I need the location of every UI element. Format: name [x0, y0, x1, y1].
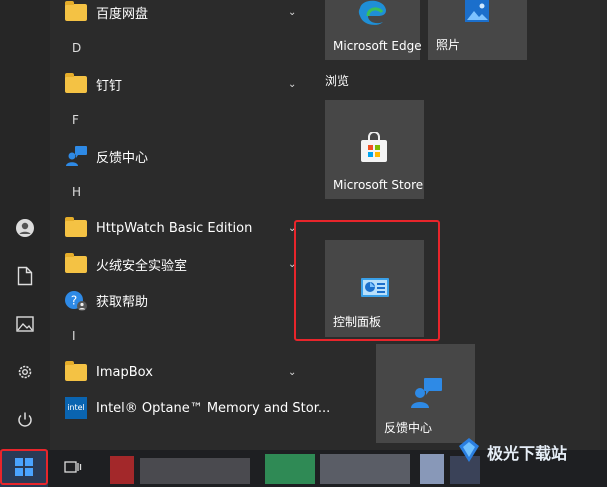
app-list: 百度网盘 ⌄ D 钉钉 ⌄ F 反馈中心 H HttpWatch Basic E… — [50, 0, 330, 450]
app-item-imapbox[interactable]: ImapBox ⌄ — [50, 354, 312, 390]
tile-photos[interactable]: 照片 — [428, 0, 527, 60]
tile-microsoft-edge[interactable]: Microsoft Edge — [325, 0, 422, 60]
intel-icon: intel — [64, 396, 88, 420]
app-label: 百度网盘 — [96, 6, 149, 22]
user-icon — [15, 218, 35, 242]
task-view-icon — [64, 459, 82, 478]
store-icon — [358, 131, 390, 168]
letter-label: I — [72, 329, 76, 343]
power-button[interactable] — [0, 404, 50, 440]
tile-label: 反馈中心 — [384, 421, 433, 435]
letter-label: D — [72, 41, 82, 55]
chevron-down-icon[interactable]: ⌄ — [288, 7, 296, 18]
tile-label: Microsoft Store — [333, 178, 424, 192]
user-account-button[interactable] — [0, 212, 50, 248]
app-label: HttpWatch Basic Edition — [96, 220, 253, 236]
app-label: 获取帮助 — [96, 294, 149, 310]
app-label: Intel® Optane™ Memory and Stor... — [96, 400, 331, 416]
letter-header-i[interactable]: I — [50, 318, 312, 354]
documents-button[interactable] — [0, 260, 50, 296]
pictures-icon — [16, 316, 34, 336]
letter-header-f[interactable]: F — [50, 102, 312, 138]
chevron-down-icon[interactable]: ⌄ — [288, 367, 296, 378]
task-view-button[interactable] — [56, 450, 90, 487]
folder-icon — [64, 0, 88, 24]
app-item-huorong-lab[interactable]: 火绒安全实验室 ⌄ — [50, 246, 312, 282]
svg-text:?: ? — [71, 294, 77, 308]
letter-label: H — [72, 185, 82, 199]
edge-icon — [358, 0, 388, 30]
tile-label: 照片 — [436, 38, 461, 52]
pictures-button[interactable] — [0, 308, 50, 344]
app-item-httpwatch[interactable]: HttpWatch Basic Edition ⌄ — [50, 210, 312, 246]
folder-icon — [64, 72, 88, 96]
app-label: 火绒安全实验室 — [96, 258, 188, 274]
highlight-box-control-panel — [294, 220, 440, 341]
taskbar: 极光下载站 — [0, 438, 607, 487]
app-label: ImapBox — [96, 364, 153, 380]
letter-header-d[interactable]: D — [50, 30, 312, 66]
app-item-baidu-netdisk[interactable]: 百度网盘 ⌄ — [50, 0, 312, 30]
tile-label: Microsoft Edge — [333, 39, 422, 53]
watermark: 极光下载站 — [455, 436, 567, 468]
feedback-hub-icon — [64, 144, 88, 168]
chevron-down-icon[interactable]: ⌄ — [288, 79, 296, 90]
folder-icon — [64, 252, 88, 276]
gear-icon — [16, 363, 34, 385]
get-help-icon: ? — [64, 288, 88, 312]
app-item-get-help[interactable]: ? 获取帮助 — [50, 282, 312, 318]
app-item-intel-optane[interactable]: intel Intel® Optane™ Memory and Stor... — [50, 390, 330, 426]
tile-microsoft-store[interactable]: Microsoft Store — [325, 100, 424, 199]
feedback-hub-icon — [409, 376, 443, 414]
settings-button[interactable] — [0, 356, 50, 392]
app-item-feedback-hub[interactable]: 反馈中心 — [50, 138, 312, 174]
folder-icon — [64, 360, 88, 384]
tile-feedback-hub[interactable]: 反馈中心 — [376, 344, 475, 443]
photos-icon — [464, 0, 490, 28]
letter-label: F — [72, 113, 79, 127]
folder-icon — [64, 216, 88, 240]
power-icon — [16, 411, 34, 433]
highlight-box-start — [0, 449, 48, 485]
group-label-browse: 浏览 — [325, 74, 350, 88]
watermark-text: 极光下载站 — [487, 444, 568, 463]
app-label: 钉钉 — [96, 78, 123, 94]
letter-header-h[interactable]: H — [50, 174, 312, 210]
left-rail — [0, 0, 50, 450]
document-icon — [17, 266, 33, 290]
app-item-dingtalk[interactable]: 钉钉 ⌄ — [50, 66, 312, 102]
watermark-logo-icon — [455, 436, 483, 468]
app-label: 反馈中心 — [96, 150, 149, 166]
